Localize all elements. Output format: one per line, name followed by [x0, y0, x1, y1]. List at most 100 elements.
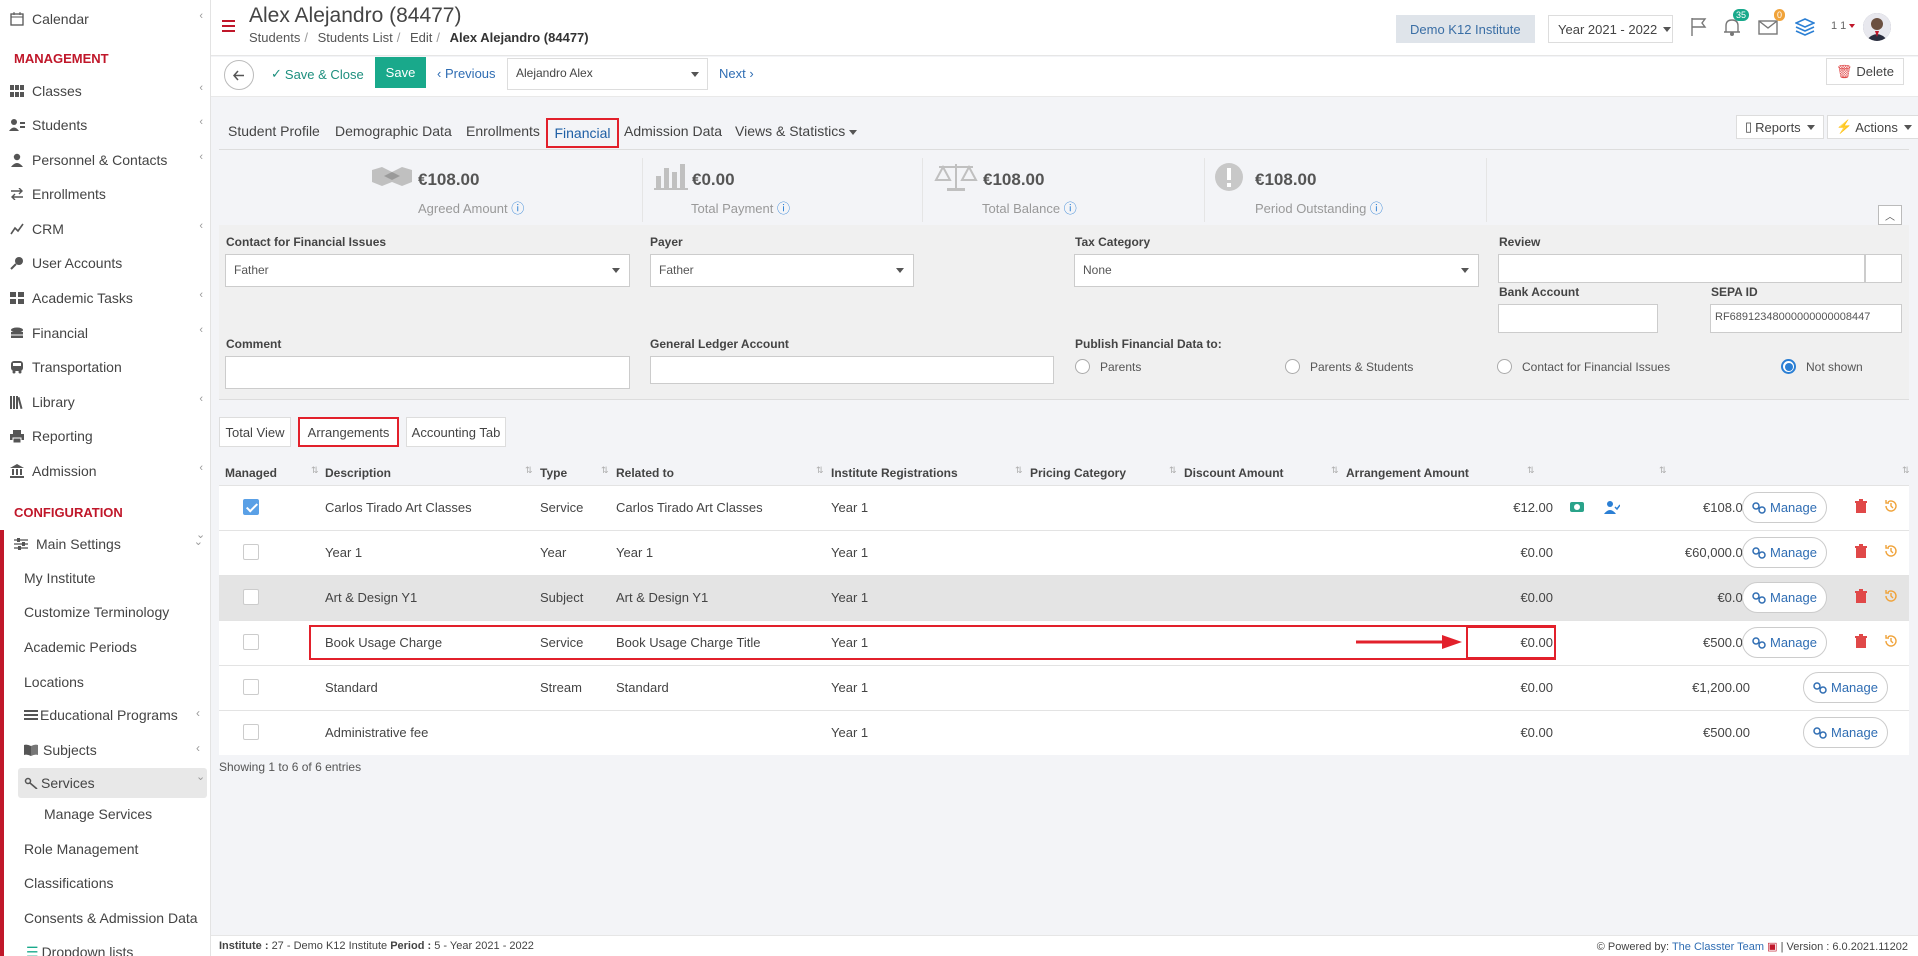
sidebar-item-academic-tasks[interactable]: Academic Tasks ‹: [0, 281, 210, 315]
sidebar-item-user-accounts[interactable]: User Accounts: [0, 246, 210, 280]
radio-circle[interactable]: [1285, 359, 1300, 374]
column-header-related-to[interactable]: Related to: [616, 466, 674, 480]
radio-circle[interactable]: [1075, 359, 1090, 374]
column-header-pricing-category[interactable]: Pricing Category: [1030, 466, 1126, 480]
sidebar-item-crm[interactable]: CRM ‹: [0, 212, 210, 246]
sidebar-item-transportation[interactable]: Transportation: [0, 350, 210, 384]
breadcrumb-students-list[interactable]: Students List: [318, 30, 393, 45]
tab-views-statistics[interactable]: Views & Statistics: [735, 123, 858, 139]
bell-icon[interactable]: 35: [1719, 9, 1749, 40]
actions-button[interactable]: ⚡ Actions: [1827, 115, 1918, 139]
column-header-managed[interactable]: Managed: [225, 466, 277, 480]
managed-checkbox[interactable]: [243, 589, 259, 605]
user-check-icon[interactable]: [1604, 499, 1620, 515]
managed-checkbox[interactable]: [243, 724, 259, 740]
envelope-icon[interactable]: 0: [1755, 9, 1785, 40]
sepa-id-input[interactable]: RF68912348000000000008447: [1710, 304, 1902, 333]
payer-select[interactable]: Father: [650, 254, 914, 287]
student-select[interactable]: Alejandro Alex: [507, 58, 708, 90]
sidebar-item-classes[interactable]: Classes ‹: [0, 74, 210, 108]
contact-select[interactable]: Father: [225, 254, 630, 287]
sidebar-item-enrollments[interactable]: Enrollments: [0, 177, 210, 211]
previous-button[interactable]: ‹ Previous: [437, 66, 496, 81]
back-button[interactable]: [224, 60, 254, 90]
sidebar-subitem-academic-periods[interactable]: Academic Periods: [24, 631, 137, 663]
managed-checkbox[interactable]: [243, 544, 259, 560]
info-icon[interactable]: ⓘ: [511, 201, 524, 216]
sidebar-subitem-my-institute[interactable]: My Institute: [24, 562, 96, 594]
save-button[interactable]: Save: [375, 57, 426, 88]
history-icon[interactable]: [1884, 589, 1898, 603]
gl-account-input[interactable]: [650, 356, 1054, 384]
sidebar-subitem-manage-services[interactable]: Manage Services: [44, 798, 152, 830]
sort-icon[interactable]: ⇅: [816, 465, 824, 476]
trash-icon[interactable]: [1855, 589, 1867, 603]
trash-icon[interactable]: [1855, 544, 1867, 558]
sidebar-subitem-customize-terminology[interactable]: Customize Terminology: [24, 596, 169, 628]
sort-icon[interactable]: ⇅: [1659, 465, 1667, 476]
sort-icon[interactable]: ⇅: [1169, 465, 1177, 476]
avatar[interactable]: [1863, 13, 1891, 41]
trash-icon[interactable]: [1855, 499, 1867, 513]
info-icon[interactable]: ⓘ: [777, 201, 790, 216]
sidebar-subitem-subjects[interactable]: Subjects: [24, 734, 97, 766]
sidebar-item-students[interactable]: Students ‹: [0, 108, 210, 142]
trash-icon[interactable]: [1855, 634, 1867, 648]
manage-button[interactable]: Manage: [1742, 582, 1827, 613]
year-select[interactable]: Year 2021 - 2022: [1548, 15, 1673, 43]
manage-button[interactable]: Manage: [1742, 627, 1827, 658]
institute-button[interactable]: Demo K12 Institute: [1396, 15, 1535, 43]
publish-radio-parents[interactable]: Parents: [1075, 359, 1141, 374]
sort-icon[interactable]: ⇅: [1331, 465, 1339, 476]
breadcrumb-edit[interactable]: Edit: [410, 30, 432, 45]
sidebar-item-financial[interactable]: Financial ‹: [0, 316, 210, 350]
reports-button[interactable]: ▯ Reports: [1736, 115, 1824, 139]
save-close-button[interactable]: ✓ Save & Close: [271, 66, 364, 82]
history-icon[interactable]: [1884, 634, 1898, 648]
sidebar-item-main-settings[interactable]: Main Settings ⌄: [4, 527, 210, 561]
review-input[interactable]: [1498, 254, 1865, 283]
collapse-button[interactable]: ︿: [1878, 205, 1902, 225]
managed-checkbox[interactable]: [243, 634, 259, 650]
next-button[interactable]: Next ›: [719, 66, 754, 81]
info-icon[interactable]: ⓘ: [1064, 201, 1077, 216]
publish-radio-not-shown[interactable]: Not shown: [1781, 359, 1863, 374]
publish-radio-contact[interactable]: Contact for Financial Issues: [1497, 359, 1670, 374]
menu-toggle-icon[interactable]: [222, 20, 235, 32]
sidebar-item-reporting[interactable]: Reporting: [0, 419, 210, 453]
sidebar-subitem-role-management[interactable]: Role Management: [24, 833, 138, 865]
review-addon[interactable]: [1865, 254, 1902, 283]
tax-category-select[interactable]: None: [1074, 254, 1479, 287]
tab-enrollments[interactable]: Enrollments: [466, 123, 540, 139]
sort-icon[interactable]: ⇅: [1527, 465, 1535, 476]
sort-icon[interactable]: ⇅: [525, 465, 533, 476]
radio-circle[interactable]: [1497, 359, 1512, 374]
managed-checkbox[interactable]: [243, 499, 259, 515]
stack-icon[interactable]: [1792, 14, 1818, 40]
sidebar-subitem-dropdown-lists[interactable]: ☰ Dropdown lists: [26, 936, 133, 956]
tab-student-profile[interactable]: Student Profile: [228, 123, 320, 139]
sidebar-item-admission[interactable]: Admission ‹: [0, 454, 210, 488]
sidebar-item-personnel[interactable]: Personnel & Contacts ‹: [0, 143, 210, 177]
sidebar-subitem-services[interactable]: Services: [24, 767, 95, 799]
history-icon[interactable]: [1884, 544, 1898, 558]
radio-circle-selected[interactable]: [1781, 359, 1796, 374]
column-header-type[interactable]: Type: [540, 466, 567, 480]
subtab-accounting[interactable]: Accounting Tab: [406, 417, 506, 447]
info-icon[interactable]: ⓘ: [1370, 201, 1383, 216]
sort-icon[interactable]: ⇅: [1902, 465, 1910, 476]
sidebar-subitem-locations[interactable]: Locations: [24, 666, 84, 698]
breadcrumb-students[interactable]: Students: [249, 30, 300, 45]
bank-account-input[interactable]: [1498, 304, 1658, 333]
sort-icon[interactable]: ⇅: [601, 465, 609, 476]
subtab-arrangements[interactable]: Arrangements: [298, 417, 399, 447]
sort-icon[interactable]: ⇅: [1015, 465, 1023, 476]
team-link[interactable]: The Classter Team: [1672, 941, 1764, 953]
manage-button[interactable]: Manage: [1803, 717, 1888, 748]
user-label[interactable]: 1 1: [1831, 20, 1856, 32]
sidebar-subitem-educational-programs[interactable]: Educational Programs: [24, 699, 178, 731]
tab-financial[interactable]: Financial: [546, 118, 619, 148]
history-icon[interactable]: [1884, 499, 1898, 513]
column-header-discount-amount[interactable]: Discount Amount: [1184, 466, 1284, 480]
tab-demographic-data[interactable]: Demographic Data: [335, 123, 452, 139]
